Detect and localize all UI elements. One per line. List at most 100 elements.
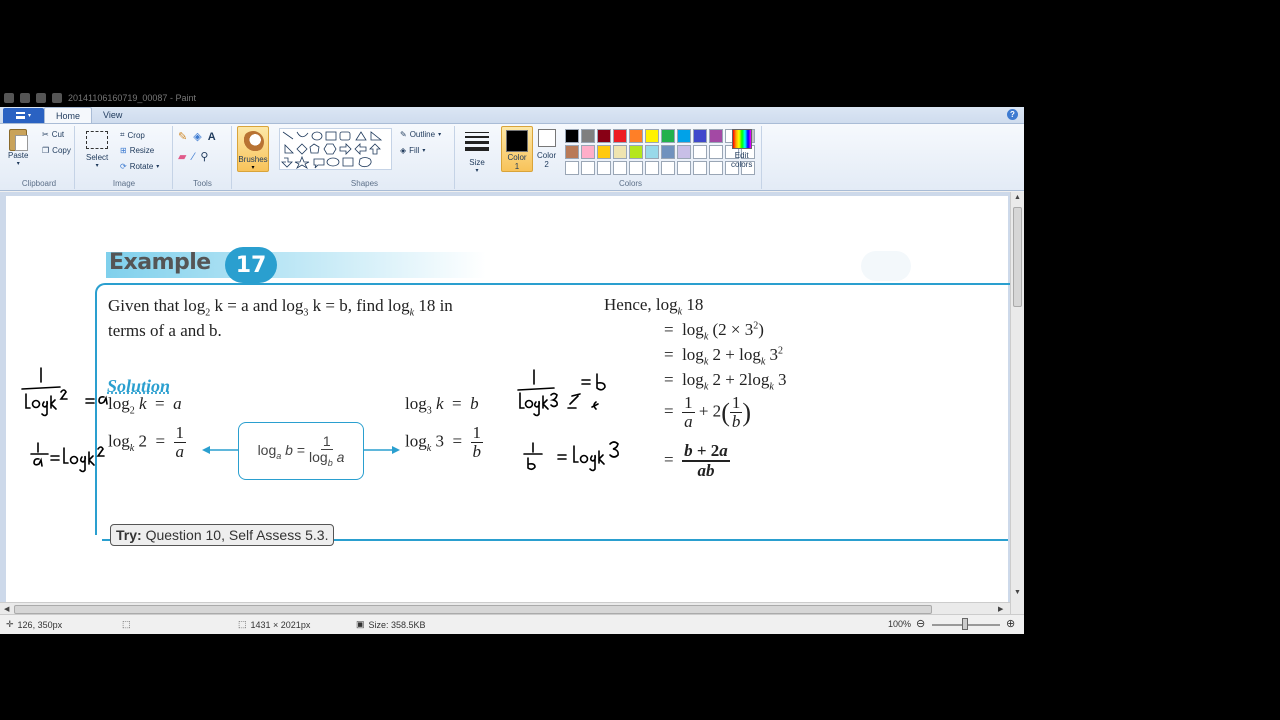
hence-step-5: = b + 2a ab: [664, 441, 730, 480]
fill-label: Fill: [409, 146, 420, 155]
example-label: Example: [109, 250, 211, 275]
cursor-position-text: 126, 350px: [17, 619, 63, 630]
file-size: ▣ Size: 358.5KB: [356, 619, 426, 630]
canvas-area: Example 17 Given that log2 k = a and log…: [0, 192, 1024, 617]
handwritten-notes-left: [21, 367, 108, 473]
fill-bucket-icon[interactable]: ◈: [193, 130, 201, 143]
crop-button[interactable]: ⌗ Crop: [120, 130, 145, 140]
hence-line: Hence, logk 18: [604, 295, 704, 318]
drawing-canvas[interactable]: Example 17 Given that log2 k = a and log…: [6, 196, 1015, 611]
dimensions-icon: ⬚: [238, 619, 247, 629]
paint-app-icon[interactable]: [4, 92, 14, 103]
scroll-down-icon[interactable]: ▼: [1014, 589, 1021, 596]
select-button[interactable]: Select ▾: [86, 131, 108, 169]
redo-icon[interactable]: [52, 92, 62, 103]
scroll-up-icon[interactable]: ▲: [1014, 194, 1021, 201]
hence-step-2: = logk 2 + logk 32: [664, 345, 784, 368]
chevron-down-icon: ▾: [422, 148, 426, 154]
paste-label: Paste: [8, 151, 29, 160]
change-of-base-formula: loga b = 1 logb a: [238, 422, 364, 480]
save-icon[interactable]: [20, 92, 30, 103]
ribbon: Paste ▾ ✂ Cut ❐ Copy Clipboard Select ▾ ⌗ C…: [0, 124, 1024, 191]
title-bar: 20141106160719_00087 - Paint: [0, 88, 1024, 107]
copy-button[interactable]: ❐ Copy: [42, 146, 71, 155]
clipboard-group: Paste ▾ ✂ Cut ❐ Copy Clipboard: [4, 126, 75, 189]
zoom-in-icon[interactable]: ⊕: [1006, 617, 1015, 630]
disk-icon: ▣: [356, 619, 365, 629]
zoom-slider-thumb[interactable]: [962, 618, 968, 630]
selection-icon: ⬚: [122, 619, 131, 629]
group-label: Colors: [618, 179, 643, 188]
text-icon[interactable]: A: [208, 131, 216, 143]
fill-icon: ◈: [400, 146, 407, 155]
image-dimensions-text: 1431 × 2021px: [250, 619, 311, 630]
group-label: Tools: [193, 179, 212, 188]
color-wheel-icon: [731, 129, 752, 149]
hence-step-1: = logk (2 × 32): [664, 320, 764, 343]
copy-label: Copy: [52, 146, 71, 155]
chevron-down-icon: ▾: [95, 163, 99, 169]
horizontal-scroll-thumb[interactable]: [14, 605, 932, 614]
hence-step-4: = 1a + 2(1 b): [664, 393, 752, 431]
zoom-level: 100%: [888, 619, 912, 629]
eraser-icon[interactable]: ▰: [178, 150, 186, 163]
clipboard-icon: [9, 129, 29, 151]
question-line-1: Given that log2 k = a and log3 k = b, fi…: [108, 296, 453, 319]
pencil-icon[interactable]: ✎: [178, 130, 187, 143]
step-logk-3: logk 3 = 1b: [405, 423, 484, 461]
crop-label: Crop: [127, 130, 145, 140]
menu-icon: [15, 112, 25, 119]
cut-label: Cut: [51, 130, 65, 139]
group-label: Shapes: [350, 179, 379, 188]
handwritten-notes-middle: [517, 369, 619, 472]
edit-colors-button[interactable]: Edit colors: [731, 129, 752, 169]
chevron-down-icon: ▾: [251, 165, 255, 171]
scroll-right-icon[interactable]: ▶: [998, 605, 1003, 613]
question-line-2: terms of a and b.: [108, 321, 222, 340]
tab-view[interactable]: View: [92, 107, 133, 123]
outline-button[interactable]: ✎ Outline ▾: [400, 130, 441, 139]
shapes-icons: [281, 131, 383, 170]
edit-colors-label: Edit: [734, 151, 749, 160]
vertical-scrollbar[interactable]: ▲ ▼: [1010, 192, 1024, 617]
edit-colors-label-2: colors: [731, 160, 753, 169]
select-label: Select: [86, 153, 109, 162]
crosshair-icon: ✛: [6, 619, 14, 629]
paste-button[interactable]: Paste ▾: [8, 129, 28, 167]
cursor-position: ✛ 126, 350px: [6, 619, 62, 630]
colors-group: Colors: [500, 126, 762, 189]
image-dimensions: ⬚ 1431 × 2021px: [238, 619, 310, 630]
size-button[interactable]: Size ▾: [465, 130, 489, 174]
shapes-gallery[interactable]: [279, 128, 392, 170]
selection-icon: [86, 131, 109, 149]
copy-icon: ❐: [42, 146, 50, 155]
brushes-label: Brushes: [238, 155, 268, 164]
window-title: 20141106160719_00087 - Paint: [68, 92, 196, 103]
step-log3-k: log3 k = b: [405, 394, 479, 417]
cut-button[interactable]: ✂ Cut: [42, 130, 64, 139]
fill-button[interactable]: ◈ Fill ▾: [400, 146, 425, 155]
brushes-button[interactable]: Brushes ▾: [237, 126, 269, 172]
magnifier-icon[interactable]: ⚲: [200, 150, 208, 163]
resize-button[interactable]: ⊞ Resize: [120, 146, 154, 155]
rotate-button[interactable]: ⟳ Rotate ▾: [120, 162, 159, 171]
group-label: Clipboard: [21, 179, 57, 188]
chevron-down-icon: ▾: [156, 164, 160, 170]
color-picker-icon[interactable]: ⁄: [192, 151, 194, 163]
chevron-down-icon: ▾: [16, 161, 20, 167]
file-menu-button[interactable]: ▾: [3, 108, 44, 123]
vertical-scroll-thumb[interactable]: [1013, 207, 1022, 307]
ribbon-tabs: ▾ Home View ?: [0, 107, 1024, 124]
rotate-icon: ⟳: [120, 162, 127, 171]
chevron-down-icon: ▾: [438, 132, 442, 138]
zoom-out-icon[interactable]: ⊖: [916, 617, 925, 630]
scroll-left-icon[interactable]: ◀: [4, 605, 9, 613]
help-icon[interactable]: ?: [1007, 109, 1018, 120]
crop-icon: ⌗: [120, 130, 125, 139]
size-group: Size ▾: [458, 126, 498, 189]
undo-icon[interactable]: [36, 92, 46, 103]
resize-label: Resize: [129, 146, 155, 155]
arrow-left-icon: [202, 446, 238, 454]
tab-home[interactable]: Home: [44, 107, 93, 123]
hence-step-3: = logk 2 + 2logk 3: [664, 370, 787, 393]
